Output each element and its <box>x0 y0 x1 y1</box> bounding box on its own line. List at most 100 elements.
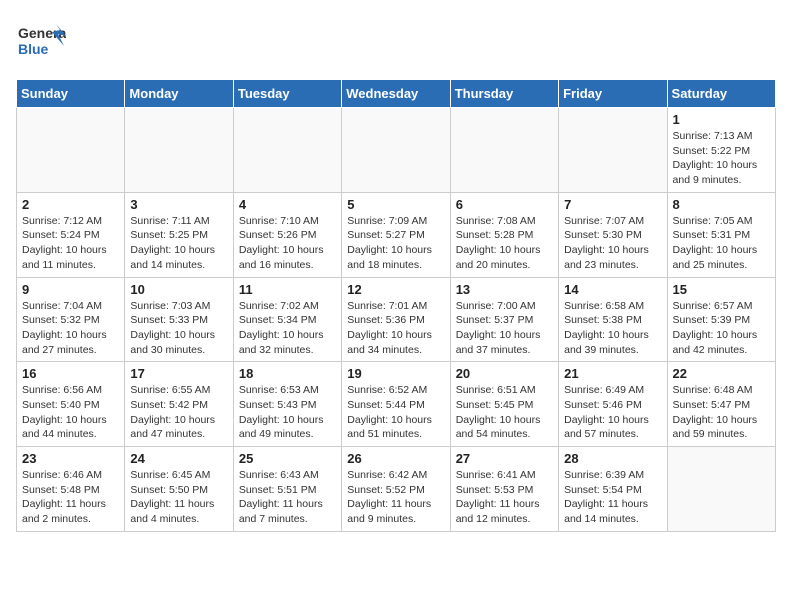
day-info: Sunrise: 7:10 AM Sunset: 5:26 PM Dayligh… <box>239 214 336 273</box>
day-cell: 24 Sunrise: 6:45 AM Sunset: 5:50 PM Dayli… <box>125 447 233 532</box>
weekday-header-friday: Friday <box>559 80 667 108</box>
day-number: 9 <box>22 282 119 297</box>
day-cell: 7 Sunrise: 7:07 AM Sunset: 5:30 PM Daylig… <box>559 192 667 277</box>
day-info: Sunrise: 7:00 AM Sunset: 5:37 PM Dayligh… <box>456 299 553 358</box>
day-info: Sunrise: 7:09 AM Sunset: 5:27 PM Dayligh… <box>347 214 444 273</box>
day-info: Sunrise: 7:04 AM Sunset: 5:32 PM Dayligh… <box>22 299 119 358</box>
day-cell: 14Sunrise: 6:58 AM Sunset: 5:38 PM Dayli… <box>559 277 667 362</box>
day-info: Sunrise: 7:08 AM Sunset: 5:28 PM Dayligh… <box>456 214 553 273</box>
day-number: 26 <box>347 451 444 466</box>
weekday-header-monday: Monday <box>125 80 233 108</box>
day-info: Sunrise: 6:45 AM Sunset: 5:50 PM Dayligh… <box>130 468 227 527</box>
day-cell: 9 Sunrise: 7:04 AM Sunset: 5:32 PM Daylig… <box>17 277 125 362</box>
day-cell: 23 Sunrise: 6:46 AM Sunset: 5:48 PM Dayli… <box>17 447 125 532</box>
day-cell <box>17 108 125 193</box>
svg-text:Blue: Blue <box>18 41 49 57</box>
day-number: 8 <box>673 197 770 212</box>
day-number: 11 <box>239 282 336 297</box>
day-number: 28 <box>564 451 661 466</box>
day-info: Sunrise: 6:39 AM Sunset: 5:54 PM Dayligh… <box>564 468 661 527</box>
header: General Blue <box>16 16 776 71</box>
day-number: 2 <box>22 197 119 212</box>
day-info: Sunrise: 7:02 AM Sunset: 5:34 PM Dayligh… <box>239 299 336 358</box>
day-info: Sunrise: 6:46 AM Sunset: 5:48 PM Dayligh… <box>22 468 119 527</box>
day-number: 14 <box>564 282 661 297</box>
day-cell <box>559 108 667 193</box>
day-number: 18 <box>239 366 336 381</box>
day-info: Sunrise: 6:43 AM Sunset: 5:51 PM Dayligh… <box>239 468 336 527</box>
day-cell: 22 Sunrise: 6:48 AM Sunset: 5:47 PM Dayli… <box>667 362 775 447</box>
day-number: 25 <box>239 451 336 466</box>
day-info: Sunrise: 6:52 AM Sunset: 5:44 PM Dayligh… <box>347 383 444 442</box>
day-cell: 13Sunrise: 7:00 AM Sunset: 5:37 PM Dayli… <box>450 277 558 362</box>
day-number: 24 <box>130 451 227 466</box>
day-cell: 21 Sunrise: 6:49 AM Sunset: 5:46 PM Dayli… <box>559 362 667 447</box>
weekday-header-saturday: Saturday <box>667 80 775 108</box>
day-number: 21 <box>564 366 661 381</box>
day-number: 12 <box>347 282 444 297</box>
day-info: Sunrise: 6:51 AM Sunset: 5:45 PM Dayligh… <box>456 383 553 442</box>
day-info: Sunrise: 6:41 AM Sunset: 5:53 PM Dayligh… <box>456 468 553 527</box>
day-cell: 20 Sunrise: 6:51 AM Sunset: 5:45 PM Dayli… <box>450 362 558 447</box>
day-number: 3 <box>130 197 227 212</box>
week-row-3: 9 Sunrise: 7:04 AM Sunset: 5:32 PM Daylig… <box>17 277 776 362</box>
day-cell: 16 Sunrise: 6:56 AM Sunset: 5:40 PM Dayli… <box>17 362 125 447</box>
day-info: Sunrise: 6:53 AM Sunset: 5:43 PM Dayligh… <box>239 383 336 442</box>
day-cell: 8 Sunrise: 7:05 AM Sunset: 5:31 PM Daylig… <box>667 192 775 277</box>
day-info: Sunrise: 6:49 AM Sunset: 5:46 PM Dayligh… <box>564 383 661 442</box>
weekday-header-wednesday: Wednesday <box>342 80 450 108</box>
day-number: 17 <box>130 366 227 381</box>
day-number: 27 <box>456 451 553 466</box>
day-info: Sunrise: 7:05 AM Sunset: 5:31 PM Dayligh… <box>673 214 770 273</box>
logo-icon: General Blue <box>16 16 66 71</box>
day-number: 7 <box>564 197 661 212</box>
day-info: Sunrise: 6:42 AM Sunset: 5:52 PM Dayligh… <box>347 468 444 527</box>
calendar-table: SundayMondayTuesdayWednesdayThursdayFrid… <box>16 79 776 532</box>
day-info: Sunrise: 7:03 AM Sunset: 5:33 PM Dayligh… <box>130 299 227 358</box>
day-number: 23 <box>22 451 119 466</box>
day-cell: 17 Sunrise: 6:55 AM Sunset: 5:42 PM Dayli… <box>125 362 233 447</box>
day-cell: 5 Sunrise: 7:09 AM Sunset: 5:27 PM Daylig… <box>342 192 450 277</box>
day-cell: 27 Sunrise: 6:41 AM Sunset: 5:53 PM Dayli… <box>450 447 558 532</box>
day-cell: 6 Sunrise: 7:08 AM Sunset: 5:28 PM Daylig… <box>450 192 558 277</box>
week-row-5: 23 Sunrise: 6:46 AM Sunset: 5:48 PM Dayli… <box>17 447 776 532</box>
day-cell: 11 Sunrise: 7:02 AM Sunset: 5:34 PM Dayli… <box>233 277 341 362</box>
weekday-header-sunday: Sunday <box>17 80 125 108</box>
day-info: Sunrise: 7:12 AM Sunset: 5:24 PM Dayligh… <box>22 214 119 273</box>
day-cell <box>450 108 558 193</box>
day-cell <box>342 108 450 193</box>
day-cell <box>125 108 233 193</box>
day-info: Sunrise: 6:57 AM Sunset: 5:39 PM Dayligh… <box>673 299 770 358</box>
day-number: 5 <box>347 197 444 212</box>
day-cell: 15 Sunrise: 6:57 AM Sunset: 5:39 PM Dayli… <box>667 277 775 362</box>
day-number: 6 <box>456 197 553 212</box>
weekday-header-tuesday: Tuesday <box>233 80 341 108</box>
day-number: 22 <box>673 366 770 381</box>
day-info: Sunrise: 7:11 AM Sunset: 5:25 PM Dayligh… <box>130 214 227 273</box>
day-number: 15 <box>673 282 770 297</box>
day-cell <box>667 447 775 532</box>
day-number: 16 <box>22 366 119 381</box>
week-row-4: 16 Sunrise: 6:56 AM Sunset: 5:40 PM Dayli… <box>17 362 776 447</box>
week-row-2: 2 Sunrise: 7:12 AM Sunset: 5:24 PM Daylig… <box>17 192 776 277</box>
day-info: Sunrise: 6:56 AM Sunset: 5:40 PM Dayligh… <box>22 383 119 442</box>
day-cell: 1Sunrise: 7:13 AM Sunset: 5:22 PM Daylig… <box>667 108 775 193</box>
day-cell: 26 Sunrise: 6:42 AM Sunset: 5:52 PM Dayli… <box>342 447 450 532</box>
weekday-header-row: SundayMondayTuesdayWednesdayThursdayFrid… <box>17 80 776 108</box>
day-cell: 12 Sunrise: 7:01 AM Sunset: 5:36 PM Dayli… <box>342 277 450 362</box>
day-info: Sunrise: 7:01 AM Sunset: 5:36 PM Dayligh… <box>347 299 444 358</box>
day-info: Sunrise: 6:48 AM Sunset: 5:47 PM Dayligh… <box>673 383 770 442</box>
week-row-1: 1Sunrise: 7:13 AM Sunset: 5:22 PM Daylig… <box>17 108 776 193</box>
day-info: Sunrise: 7:07 AM Sunset: 5:30 PM Dayligh… <box>564 214 661 273</box>
day-number: 20 <box>456 366 553 381</box>
day-number: 19 <box>347 366 444 381</box>
day-info: Sunrise: 6:55 AM Sunset: 5:42 PM Dayligh… <box>130 383 227 442</box>
day-cell: 19 Sunrise: 6:52 AM Sunset: 5:44 PM Dayli… <box>342 362 450 447</box>
logo: General Blue <box>16 16 66 71</box>
day-cell: 28 Sunrise: 6:39 AM Sunset: 5:54 PM Dayli… <box>559 447 667 532</box>
day-info: Sunrise: 7:13 AM Sunset: 5:22 PM Dayligh… <box>673 129 770 188</box>
day-cell: 3 Sunrise: 7:11 AM Sunset: 5:25 PM Daylig… <box>125 192 233 277</box>
day-cell: 18 Sunrise: 6:53 AM Sunset: 5:43 PM Dayli… <box>233 362 341 447</box>
day-cell: 25 Sunrise: 6:43 AM Sunset: 5:51 PM Dayli… <box>233 447 341 532</box>
day-cell: 10Sunrise: 7:03 AM Sunset: 5:33 PM Dayli… <box>125 277 233 362</box>
